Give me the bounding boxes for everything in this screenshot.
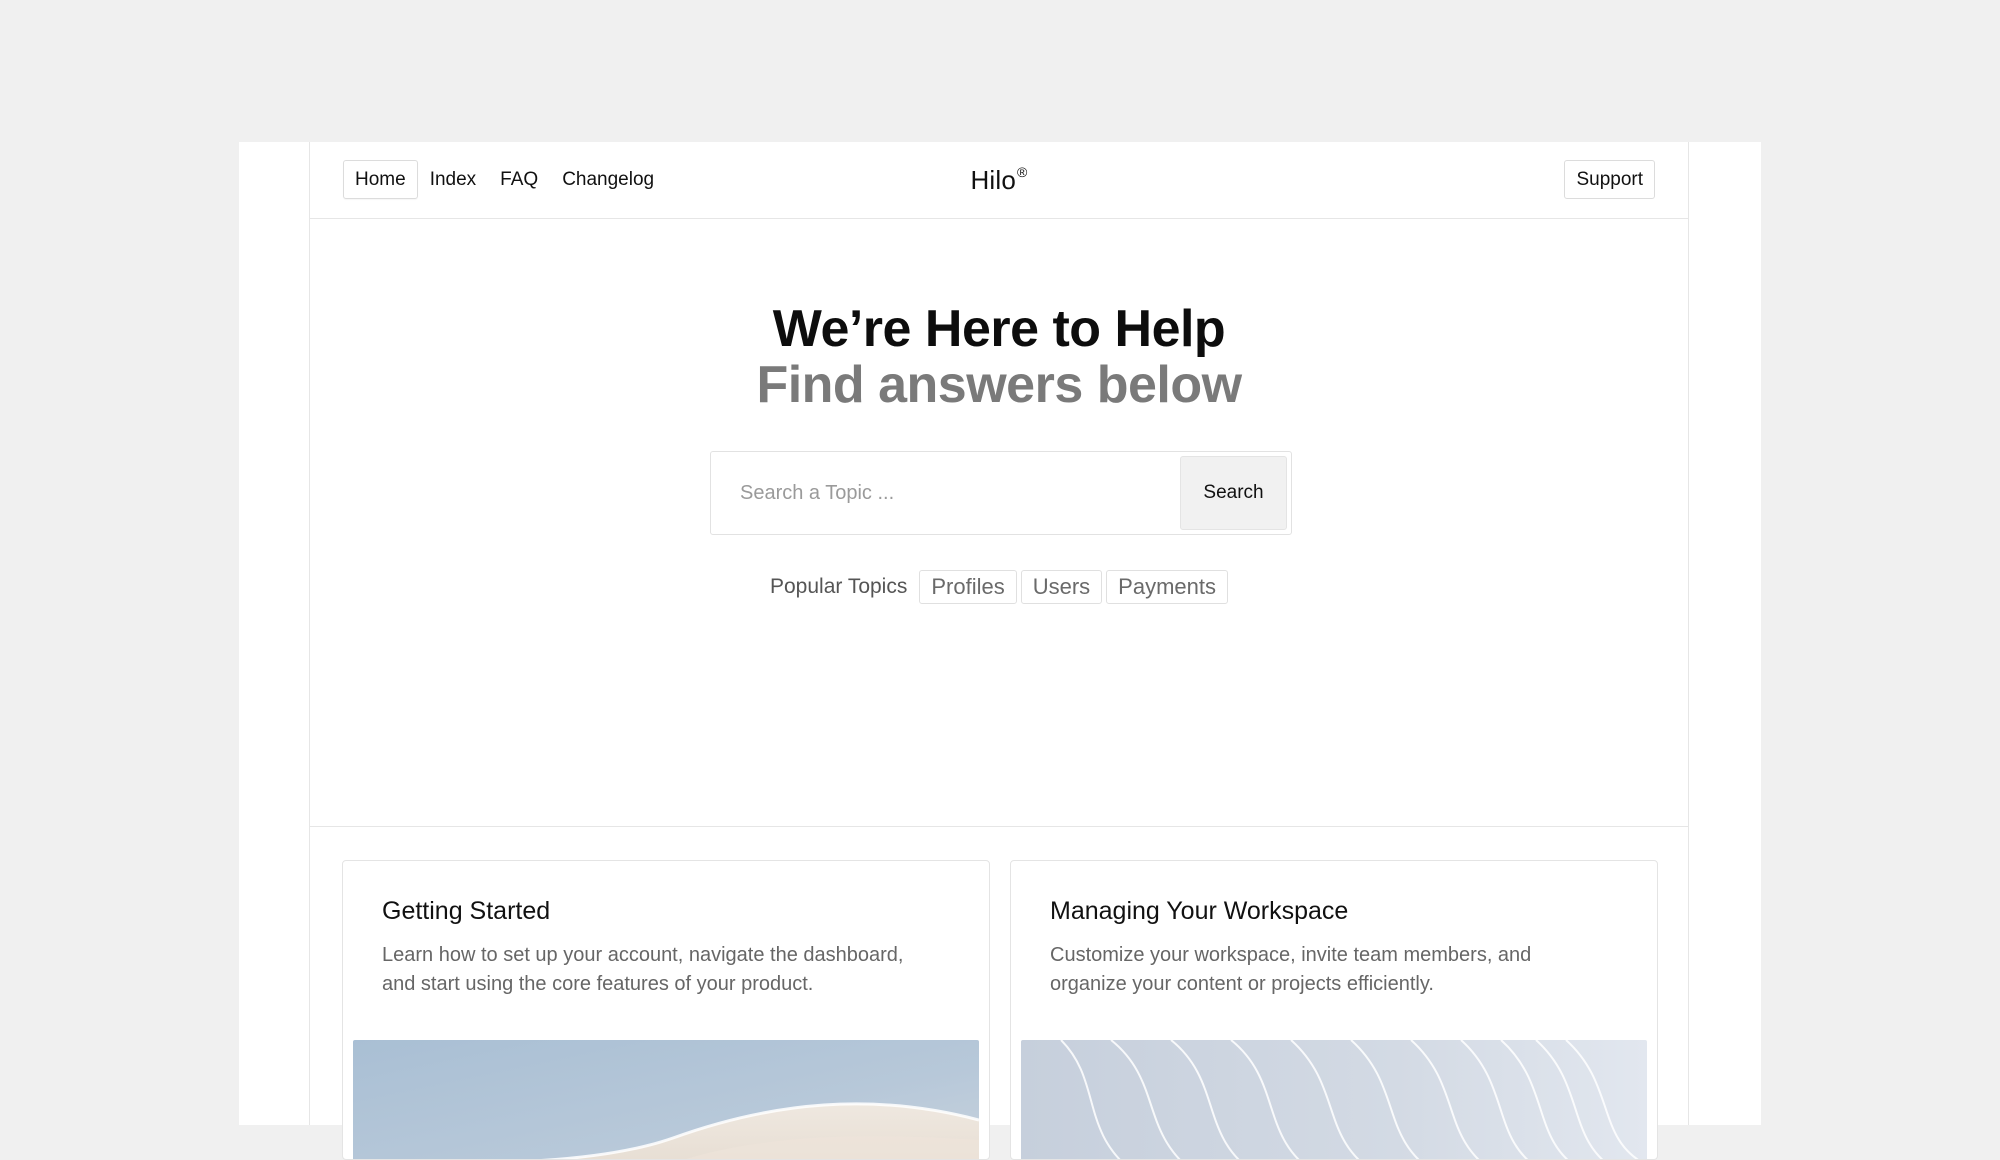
card-title: Managing Your Workspace bbox=[1050, 897, 1349, 925]
content-container: Home Index FAQ Changelog Hilo® Support W… bbox=[309, 142, 1689, 1160]
card-description: Customize your workspace, invite team me… bbox=[1050, 944, 1532, 995]
card-title: Getting Started bbox=[382, 897, 551, 925]
search-input[interactable] bbox=[711, 452, 1171, 534]
brand-name: Hilo bbox=[970, 165, 1017, 195]
card-managing-workspace[interactable]: Managing Your Workspace Customize your w… bbox=[1010, 860, 1658, 1160]
popular-topics: Popular Topics Profiles Users Payments bbox=[310, 570, 1688, 604]
topic-cards: Getting Started Learn how to set up your… bbox=[342, 860, 1658, 1160]
sand-dune-image bbox=[353, 1040, 979, 1159]
topic-chip-profiles[interactable]: Profiles bbox=[919, 570, 1017, 604]
card-description: Learn how to set up your account, naviga… bbox=[382, 944, 904, 995]
abstract-waves-image bbox=[1021, 1040, 1647, 1159]
nav-link-changelog[interactable]: Changelog bbox=[550, 160, 666, 199]
registered-mark: ® bbox=[1017, 164, 1028, 180]
card-getting-started[interactable]: Getting Started Learn how to set up your… bbox=[342, 860, 990, 1160]
search-bar: Search bbox=[710, 451, 1292, 535]
popular-topics-label: Popular Topics bbox=[769, 575, 908, 598]
nav-link-home[interactable]: Home bbox=[343, 160, 418, 199]
nav-links: Home Index FAQ Changelog bbox=[343, 160, 666, 199]
page-frame: Home Index FAQ Changelog Hilo® Support W… bbox=[239, 142, 1761, 1160]
brand-logo[interactable]: Hilo® bbox=[970, 164, 1027, 196]
top-navbar: Home Index FAQ Changelog Hilo® Support bbox=[310, 142, 1688, 219]
hero-subtitle: Find answers below bbox=[756, 356, 1242, 414]
topic-chip-users[interactable]: Users bbox=[1020, 570, 1103, 604]
hero-title: We’re Here to Help bbox=[772, 300, 1226, 358]
nav-link-faq[interactable]: FAQ bbox=[488, 160, 550, 199]
search-button[interactable]: Search bbox=[1180, 456, 1287, 530]
nav-link-index[interactable]: Index bbox=[418, 160, 488, 199]
support-button[interactable]: Support bbox=[1564, 160, 1655, 199]
topic-chip-payments[interactable]: Payments bbox=[1106, 570, 1228, 604]
hero-section: We’re Here to Help Find answers below Se… bbox=[310, 218, 1688, 827]
